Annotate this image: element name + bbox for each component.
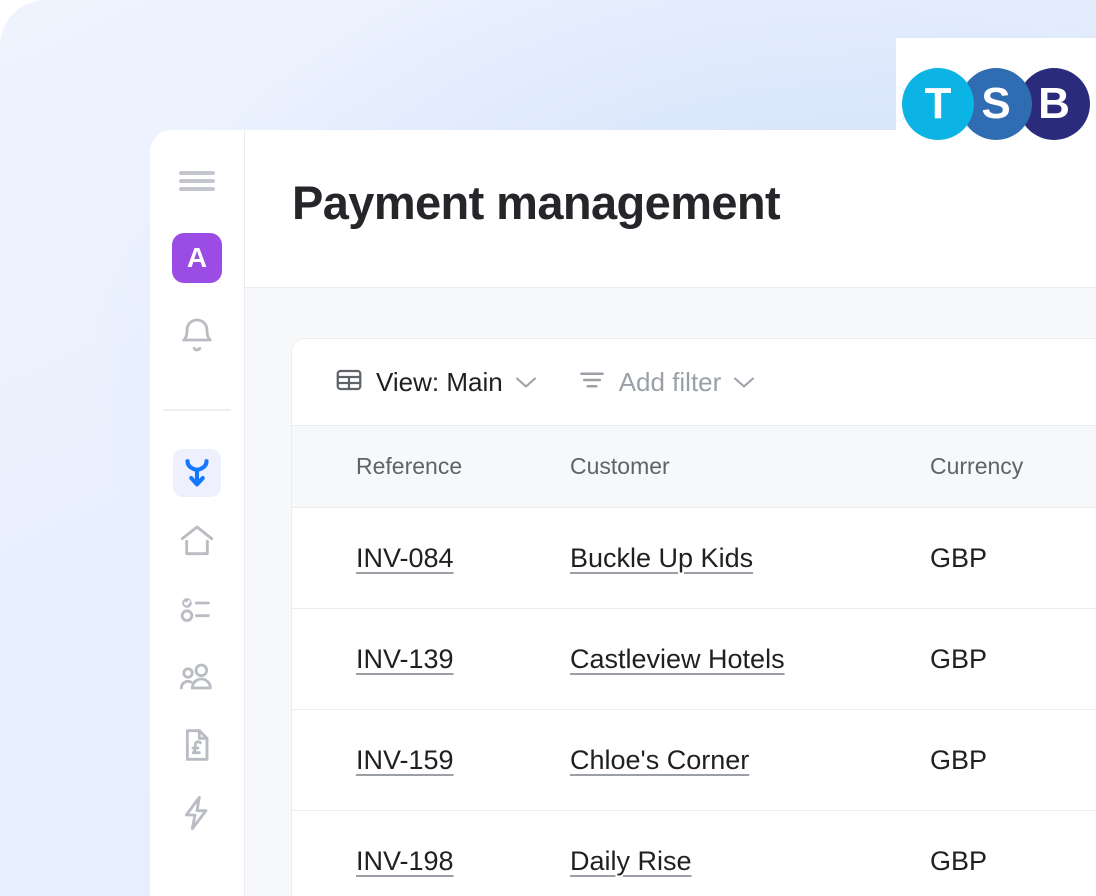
cell-reference: INV-139 <box>292 609 570 710</box>
cell-customer: Chloe's Corner <box>570 710 930 811</box>
sidebar-item-notifications[interactable] <box>173 311 221 359</box>
invoice-pound-icon <box>177 725 217 765</box>
cell-currency: GBP <box>930 811 1096 896</box>
bell-icon <box>177 315 217 355</box>
sidebar-item-home[interactable] <box>173 517 221 565</box>
app-window: A <box>150 130 1096 896</box>
content-area: View: Main <box>245 288 1096 896</box>
add-filter-label: Add filter <box>619 367 722 398</box>
cell-customer: Buckle Up Kids <box>570 508 930 609</box>
checklist-icon <box>177 589 217 629</box>
table-head: Reference Customer Currency <box>292 426 1096 508</box>
column-header-customer[interactable]: Customer <box>570 426 930 508</box>
customer-link[interactable]: Chloe's Corner <box>570 745 749 775</box>
table-header-row: Reference Customer Currency <box>292 426 1096 508</box>
merge-arrow-icon <box>178 454 216 492</box>
table-toolbar: View: Main <box>292 339 1096 425</box>
table-body: INV-084 Buckle Up Kids GBP INV-139 <box>292 508 1096 896</box>
add-filter-button[interactable]: Add filter <box>577 365 756 400</box>
sidebar-item-payments[interactable] <box>173 449 221 497</box>
view-selector-label: View: Main <box>376 367 503 398</box>
main-content: Payment management <box>245 130 1096 896</box>
view-selector[interactable]: View: Main <box>334 365 537 400</box>
table-row[interactable]: INV-139 Castleview Hotels GBP <box>292 609 1096 710</box>
filter-lines-icon <box>577 365 607 400</box>
table-row[interactable]: INV-159 Chloe's Corner GBP <box>292 710 1096 811</box>
column-header-currency[interactable]: Currency <box>930 426 1096 508</box>
cell-currency: GBP <box>930 609 1096 710</box>
home-icon <box>177 521 217 561</box>
lightning-bolt-icon <box>177 793 217 833</box>
reference-link[interactable]: INV-084 <box>356 543 454 573</box>
sidebar-item-contacts[interactable] <box>173 653 221 701</box>
table-grid-icon <box>334 365 364 400</box>
payments-table: Reference Customer Currency INV-084 <box>292 425 1096 896</box>
sidebar-item-invoices[interactable] <box>173 721 221 769</box>
screenshot-root: A <box>0 0 1096 896</box>
customer-link[interactable]: Buckle Up Kids <box>570 543 753 573</box>
reference-link[interactable]: INV-198 <box>356 846 454 876</box>
chevron-down-icon <box>515 376 537 389</box>
reference-link[interactable]: INV-159 <box>356 745 454 775</box>
page-title: Payment management <box>292 178 1096 229</box>
hamburger-menu-icon[interactable] <box>179 171 215 191</box>
column-header-reference[interactable]: Reference <box>292 426 570 508</box>
customer-link[interactable]: Castleview Hotels <box>570 644 785 674</box>
table-row[interactable]: INV-198 Daily Rise GBP <box>292 811 1096 896</box>
cell-currency: GBP <box>930 710 1096 811</box>
tsb-logo: T S B <box>896 38 1096 170</box>
avatar[interactable]: A <box>172 233 222 283</box>
sidebar-divider <box>163 409 231 411</box>
sidebar-item-tasks[interactable] <box>173 585 221 633</box>
sidebar: A <box>150 130 245 896</box>
payments-table-card: View: Main <box>291 338 1096 896</box>
table-row[interactable]: INV-084 Buckle Up Kids GBP <box>292 508 1096 609</box>
reference-link[interactable]: INV-139 <box>356 644 454 674</box>
customer-link[interactable]: Daily Rise <box>570 846 692 876</box>
people-icon <box>177 657 217 697</box>
cell-reference: INV-084 <box>292 508 570 609</box>
sidebar-item-automations[interactable] <box>173 789 221 837</box>
cell-currency: GBP <box>930 508 1096 609</box>
cell-reference: INV-198 <box>292 811 570 896</box>
chevron-down-icon <box>733 376 755 389</box>
cell-customer: Castleview Hotels <box>570 609 930 710</box>
tsb-logo-letter-t: T <box>902 68 974 140</box>
cell-reference: INV-159 <box>292 710 570 811</box>
cell-customer: Daily Rise <box>570 811 930 896</box>
